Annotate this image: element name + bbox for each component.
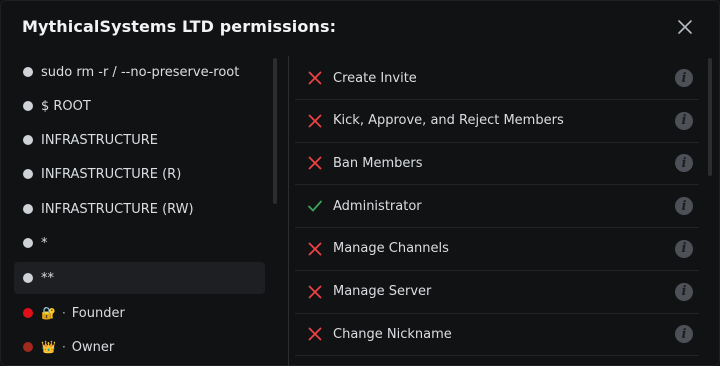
- permission-row: Change Nickname i: [295, 313, 699, 357]
- role-color-dot: [23, 342, 33, 352]
- role-name: **: [41, 270, 54, 286]
- permission-row: Manage Server i: [295, 271, 699, 314]
- role-color-dot: [23, 238, 33, 248]
- role-separator: ·: [61, 340, 66, 354]
- info-icon[interactable]: i: [675, 325, 693, 344]
- info-icon[interactable]: i: [675, 154, 693, 173]
- role-name: Owner: [71, 339, 115, 355]
- permission-label: Kick, Approve, and Reject Members: [333, 113, 564, 129]
- permissions-scrollbar[interactable]: [708, 58, 712, 176]
- info-icon[interactable]: i: [675, 197, 693, 216]
- x-icon[interactable]: [305, 239, 325, 259]
- permission-row: Kick, Approve, and Reject Members i: [295, 100, 699, 143]
- x-icon[interactable]: [305, 282, 325, 302]
- role-name: sudo rm -r / --no-preserve-root: [41, 64, 240, 80]
- modal-title: MythicalSystems LTD permissions:: [22, 17, 337, 36]
- role-name: Founder: [71, 305, 125, 321]
- roles-list: sudo rm -r / --no-preserve-root $ ROOT INF…: [14, 56, 268, 366]
- role-name: INFRASTRUCTURE (RW): [41, 201, 194, 217]
- role-item[interactable]: 👑 · Owner: [14, 331, 265, 363]
- check-icon[interactable]: [305, 196, 325, 216]
- x-icon[interactable]: [305, 153, 325, 173]
- permission-row: Administrator i: [295, 185, 699, 229]
- role-item[interactable]: INFRASTRUCTURE: [14, 124, 265, 156]
- permission-label: Create Invite: [333, 70, 417, 86]
- role-badge-icon: 🔐: [41, 306, 56, 320]
- info-icon[interactable]: i: [675, 282, 693, 301]
- role-name: *: [41, 235, 48, 251]
- role-item[interactable]: *: [14, 227, 265, 259]
- role-color-dot: [23, 204, 33, 214]
- panel-divider: [288, 56, 289, 366]
- permissions-modal: MythicalSystems LTD permissions: sudo rm…: [0, 0, 720, 366]
- role-separator: ·: [61, 306, 66, 320]
- x-icon[interactable]: [305, 324, 325, 344]
- close-button[interactable]: [672, 14, 698, 40]
- role-color-dot: [23, 308, 33, 318]
- permission-label: Manage Channels: [333, 241, 449, 257]
- info-icon[interactable]: i: [675, 69, 693, 87]
- role-color-dot: [23, 169, 33, 179]
- info-icon[interactable]: i: [675, 111, 693, 130]
- permission-row: Manage Channels i: [295, 228, 699, 271]
- info-icon[interactable]: i: [675, 239, 693, 258]
- permission-label: Ban Members: [333, 155, 423, 171]
- permission-label: Administrator: [333, 198, 422, 214]
- role-color-dot: [23, 67, 33, 77]
- role-name: $ ROOT: [41, 98, 91, 114]
- role-item[interactable]: 🔐 · Founder: [14, 297, 265, 329]
- permission-row: Ban Members i: [295, 142, 699, 186]
- role-item[interactable]: INFRASTRUCTURE (R): [14, 158, 265, 190]
- permission-row: Create Invite i: [295, 57, 699, 100]
- permission-label: Manage Server: [333, 284, 432, 299]
- role-color-dot: [23, 273, 33, 283]
- role-color-dot: [23, 101, 33, 111]
- permissions-list: Create Invite i Kick, Approve, and Reject …: [295, 57, 703, 366]
- role-badge-icon: 👑: [41, 340, 56, 354]
- role-color-dot: [23, 135, 33, 145]
- permission-label: Change Nickname: [333, 326, 452, 342]
- role-item[interactable]: sudo rm -r / --no-preserve-root: [14, 56, 265, 88]
- close-icon: [678, 20, 692, 34]
- x-icon[interactable]: [305, 68, 325, 88]
- role-item[interactable]: INFRASTRUCTURE (RW): [14, 193, 265, 225]
- role-item[interactable]: $ ROOT: [14, 90, 265, 122]
- role-name: INFRASTRUCTURE (R): [41, 166, 182, 182]
- x-icon[interactable]: [305, 111, 325, 131]
- role-name: INFRASTRUCTURE: [41, 132, 158, 148]
- role-item[interactable]: **: [14, 262, 265, 294]
- roles-scrollbar[interactable]: [273, 58, 277, 204]
